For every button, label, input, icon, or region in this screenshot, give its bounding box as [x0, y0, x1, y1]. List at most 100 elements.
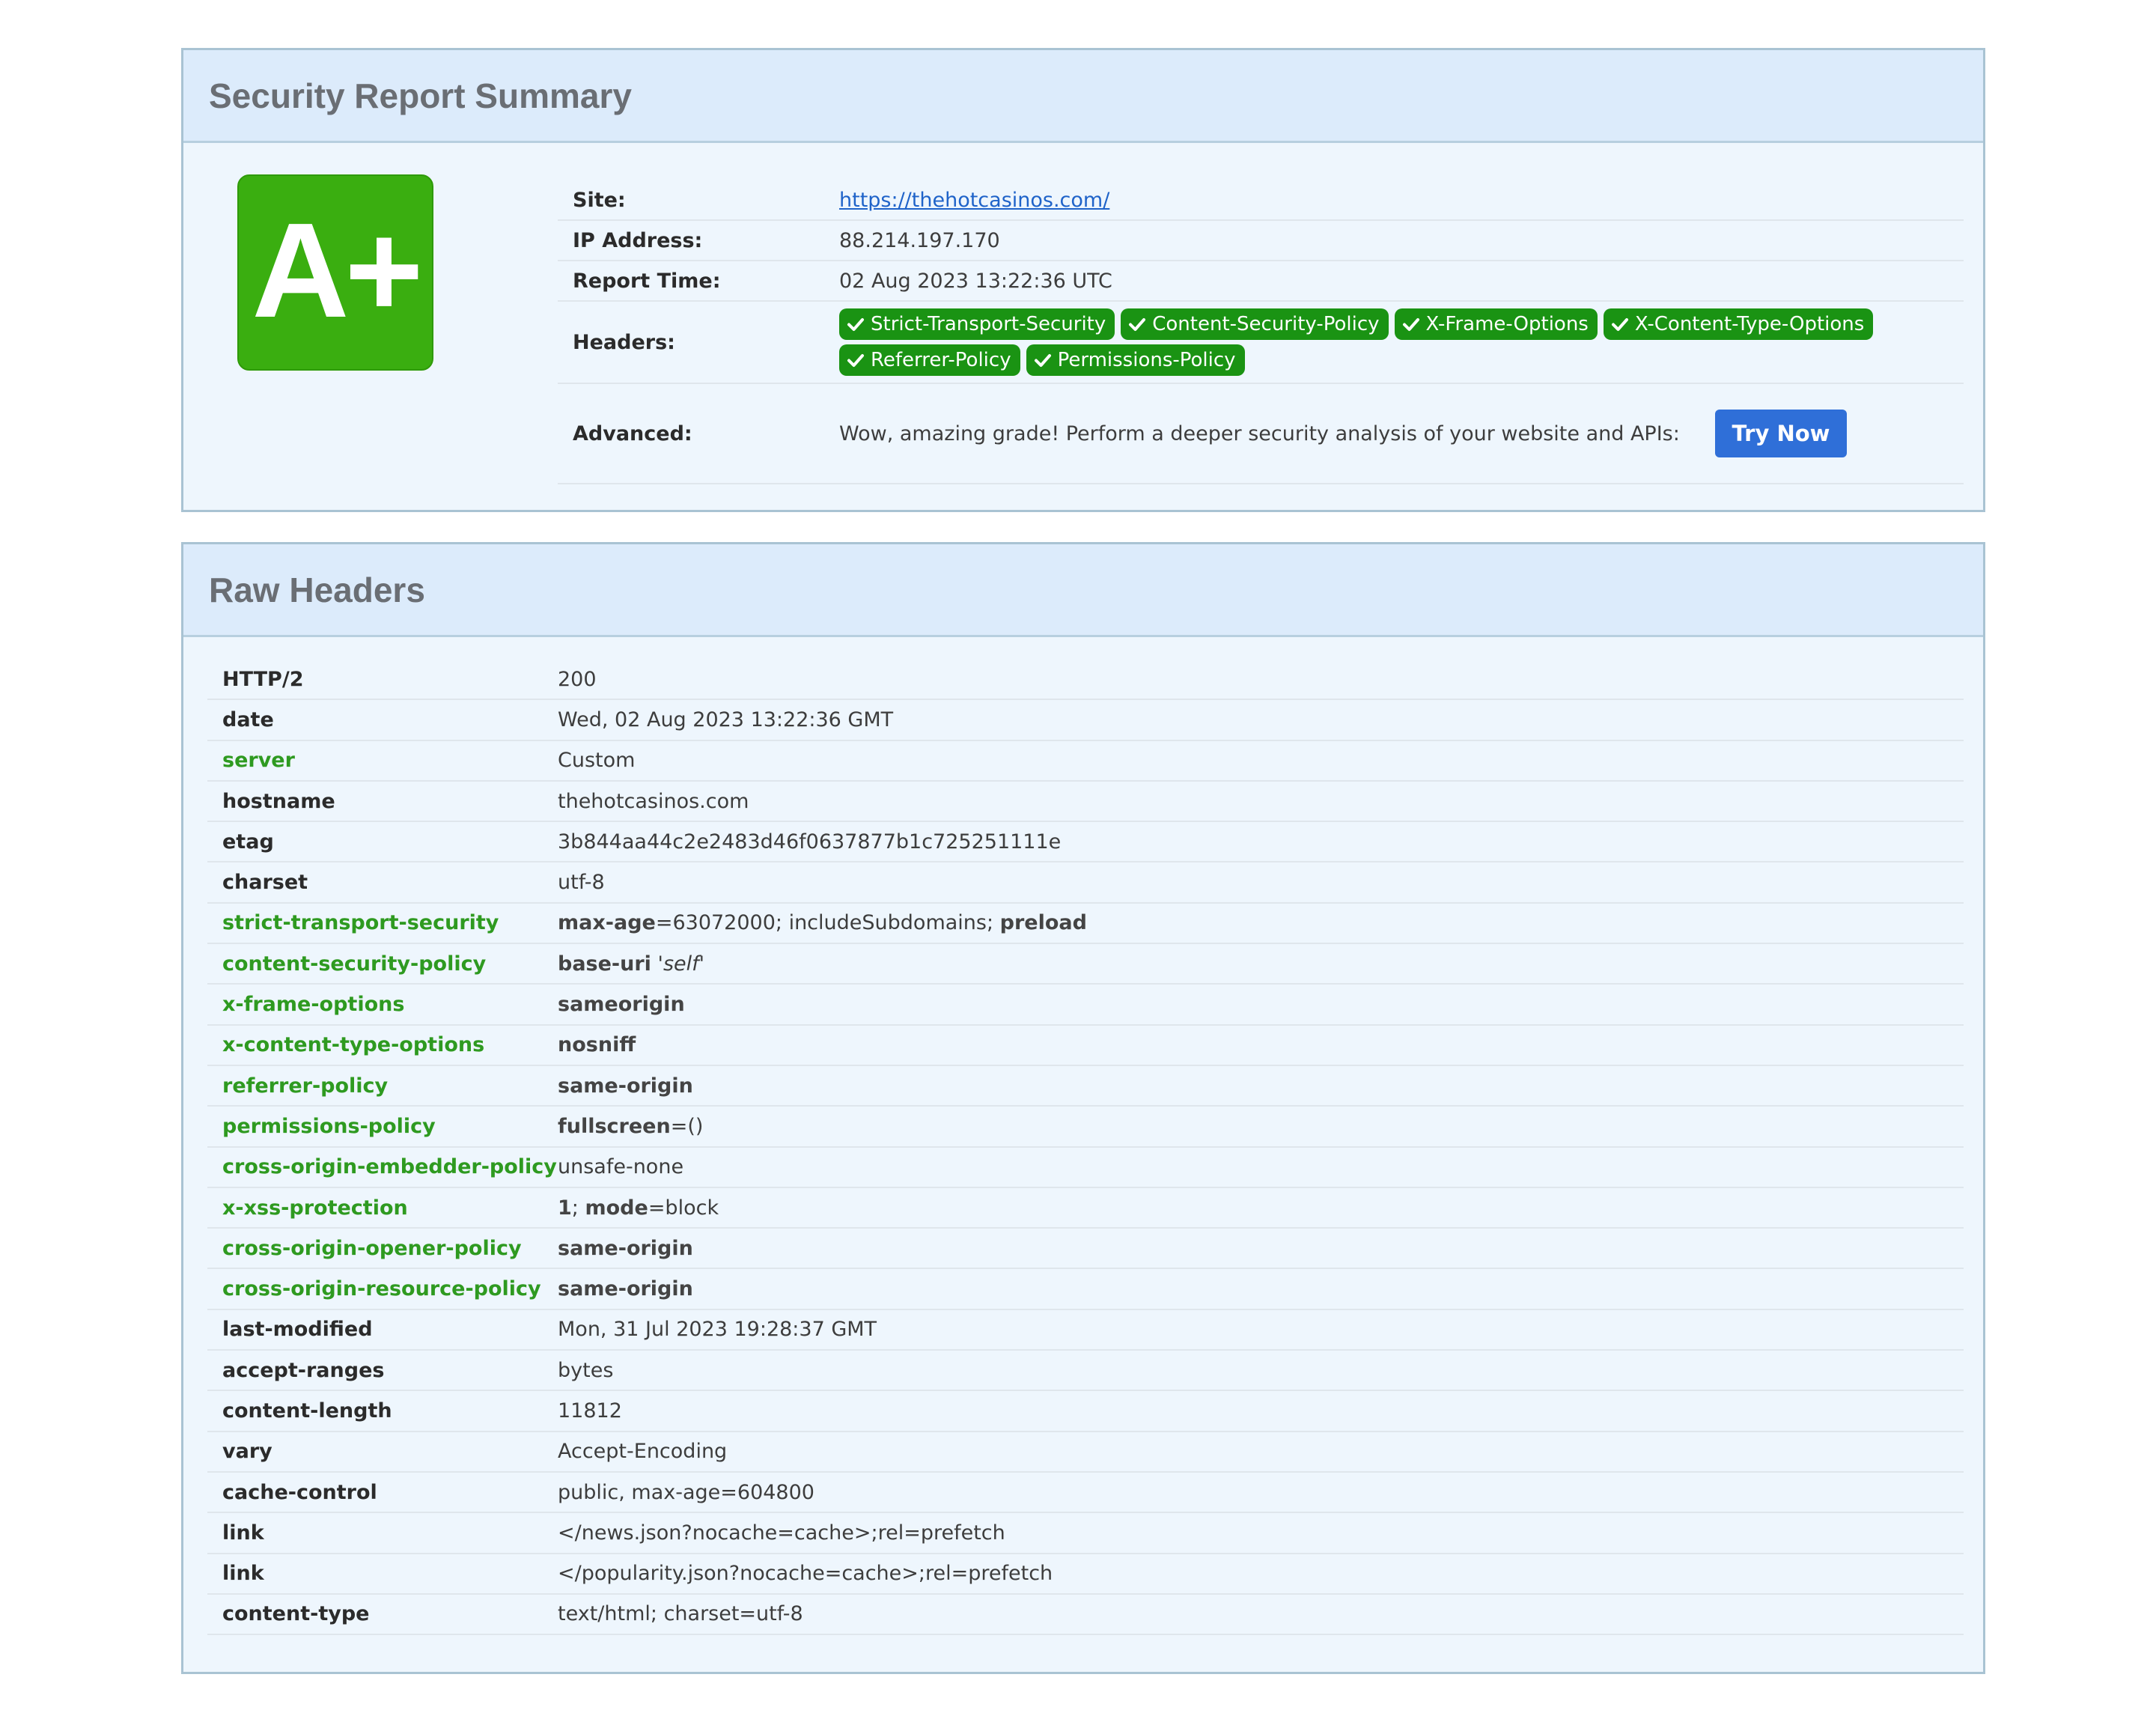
header-name: cross-origin-opener-policy	[222, 1236, 522, 1260]
ip-label: IP Address:	[573, 228, 703, 252]
header-value: same-origin	[558, 1237, 1964, 1260]
header-value-part: =63072000; includeSubdomains;	[655, 911, 1000, 935]
header-name: hostname	[222, 789, 335, 813]
header-value: fullscreen=()	[558, 1115, 1964, 1138]
header-value: same-origin	[558, 1277, 1964, 1300]
header-badge-label: Content-Security-Policy	[1152, 313, 1380, 335]
header-value: text/html; charset=utf-8	[558, 1602, 803, 1626]
header-row: accept-ranges bytes	[207, 1351, 1964, 1392]
header-value-part: sameorigin	[558, 993, 685, 1017]
summary-title: Security Report Summary	[209, 76, 632, 115]
header-row: server Custom	[207, 741, 1964, 782]
header-row: x-content-type-options nosniff	[207, 1026, 1964, 1066]
header-value: 11812	[558, 1399, 622, 1423]
header-value: unsafe-none	[558, 1155, 684, 1179]
header-value-part: fullscreen	[558, 1114, 671, 1138]
header-value-part: 1	[558, 1196, 572, 1220]
header-row: x-frame-options sameorigin	[207, 985, 1964, 1026]
header-row: link </news.json?nocache=cache>;rel=prefe…	[207, 1513, 1964, 1554]
grade-text: A+	[252, 195, 423, 346]
header-value: Accept-Encoding	[558, 1440, 728, 1464]
header-name: cross-origin-resource-policy	[222, 1277, 541, 1301]
header-badge-label: Referrer-Policy	[871, 349, 1011, 371]
header-row: cross-origin-embedder-policy unsafe-none	[207, 1148, 1964, 1188]
header-value-part: =block	[648, 1196, 719, 1220]
header-value-part: nosniff	[558, 1033, 636, 1057]
header-value-part: =()	[670, 1114, 704, 1138]
header-row: vary Accept-Encoding	[207, 1432, 1964, 1473]
header-value: utf-8	[558, 871, 605, 895]
header-name: cross-origin-embedder-policy	[222, 1155, 557, 1179]
header-name: server	[222, 749, 295, 773]
header-row: date Wed, 02 Aug 2023 13:22:36 GMT	[207, 700, 1964, 741]
summary-table: Site: https://thehotcasinos.com/ IP Addr…	[558, 180, 1964, 484]
header-badge: Permissions-Policy	[1026, 344, 1245, 376]
header-badge-label: Strict-Transport-Security	[871, 313, 1106, 335]
header-value: 1; mode=block	[558, 1196, 1964, 1220]
header-badge-label: X-Frame-Options	[1425, 313, 1589, 335]
site-row: Site: https://thehotcasinos.com/	[558, 180, 1964, 221]
header-row: permissions-policy fullscreen=()	[207, 1107, 1964, 1148]
header-name: referrer-policy	[222, 1074, 389, 1098]
header-row: charset utf-8	[207, 862, 1964, 904]
raw-headers-table: HTTP/2 200 date Wed, 02 Aug 2023 13:22:36 G…	[207, 660, 1964, 1636]
report-time-row: Report Time: 02 Aug 2023 13:22:36 UTC	[558, 261, 1964, 302]
header-value: public, max-age=604800	[558, 1480, 814, 1504]
header-value-part: same-origin	[558, 1236, 693, 1260]
header-value: 3b844aa44c2e2483d46f0637877b1c725251111e	[558, 830, 1062, 854]
header-name: content-length	[222, 1399, 392, 1423]
header-badge: Strict-Transport-Security	[839, 308, 1115, 340]
check-icon	[1611, 318, 1628, 331]
header-badge-label: Permissions-Policy	[1057, 349, 1236, 371]
header-name: strict-transport-security	[222, 911, 499, 935]
header-value-part: same-origin	[558, 1074, 693, 1098]
ip-value: 88.214.197.170	[839, 228, 1000, 252]
header-row: x-xss-protection 1; mode=block	[207, 1188, 1964, 1229]
header-row: content-length 11812	[207, 1391, 1964, 1432]
raw-headers-panel: Raw Headers HTTP/2 200 date Wed, 02 Aug 202…	[181, 542, 1985, 1674]
header-name: x-content-type-options	[222, 1033, 485, 1057]
check-icon	[1129, 318, 1146, 331]
summary-header: Security Report Summary	[183, 50, 1983, 143]
header-value-part: mode	[585, 1196, 648, 1220]
header-row: last-modified Mon, 31 Jul 2023 19:28:37 G…	[207, 1310, 1964, 1351]
try-now-button[interactable]: Try Now	[1715, 410, 1847, 457]
header-name: vary	[222, 1440, 272, 1464]
header-value: max-age=63072000; includeSubdomains; pre…	[558, 911, 1964, 934]
site-link[interactable]: https://thehotcasinos.com/	[839, 189, 1109, 212]
header-value: sameorigin	[558, 993, 1964, 1016]
report-time-value: 02 Aug 2023 13:22:36 UTC	[839, 269, 1112, 293]
header-value-part: same-origin	[558, 1277, 693, 1301]
header-value-part	[651, 952, 658, 976]
header-value: same-origin	[558, 1074, 1964, 1098]
header-badge: Referrer-Policy	[839, 344, 1020, 376]
grade-badge: A+	[237, 174, 433, 371]
advanced-row: Advanced: Wow, amazing grade! Perform a …	[558, 384, 1964, 484]
header-name: x-frame-options	[222, 993, 405, 1017]
header-row: referrer-policy same-origin	[207, 1066, 1964, 1107]
header-value-part: 'self'	[657, 952, 705, 976]
header-name: link	[222, 1562, 264, 1586]
header-badges: Strict-Transport-Security Content-Securit…	[839, 308, 1887, 376]
header-value: 200	[558, 667, 597, 691]
header-name: link	[222, 1521, 264, 1545]
ip-row: IP Address: 88.214.197.170	[558, 221, 1964, 261]
headers-row: Headers: Strict-Transport-Security Conten…	[558, 302, 1964, 384]
header-row: hostname thehotcasinos.com	[207, 782, 1964, 823]
header-value: </popularity.json?nocache=cache>;rel=pre…	[558, 1562, 1053, 1586]
header-badge: X-Frame-Options	[1394, 308, 1598, 340]
advanced-label: Advanced:	[573, 422, 692, 445]
header-row: HTTP/2 200	[207, 660, 1964, 701]
header-value: thehotcasinos.com	[558, 789, 749, 813]
header-name: date	[222, 708, 274, 731]
header-value-part: preload	[999, 911, 1087, 935]
header-name: charset	[222, 871, 308, 895]
header-name: content-security-policy	[222, 952, 487, 976]
check-icon	[847, 354, 864, 367]
header-row: content-type text/html; charset=utf-8	[207, 1595, 1964, 1636]
headers-label: Headers:	[573, 330, 675, 354]
header-name: x-xss-protection	[222, 1196, 408, 1220]
header-value: Wed, 02 Aug 2023 13:22:36 GMT	[558, 708, 894, 731]
header-name: last-modified	[222, 1318, 373, 1342]
header-value: nosniff	[558, 1033, 1964, 1056]
